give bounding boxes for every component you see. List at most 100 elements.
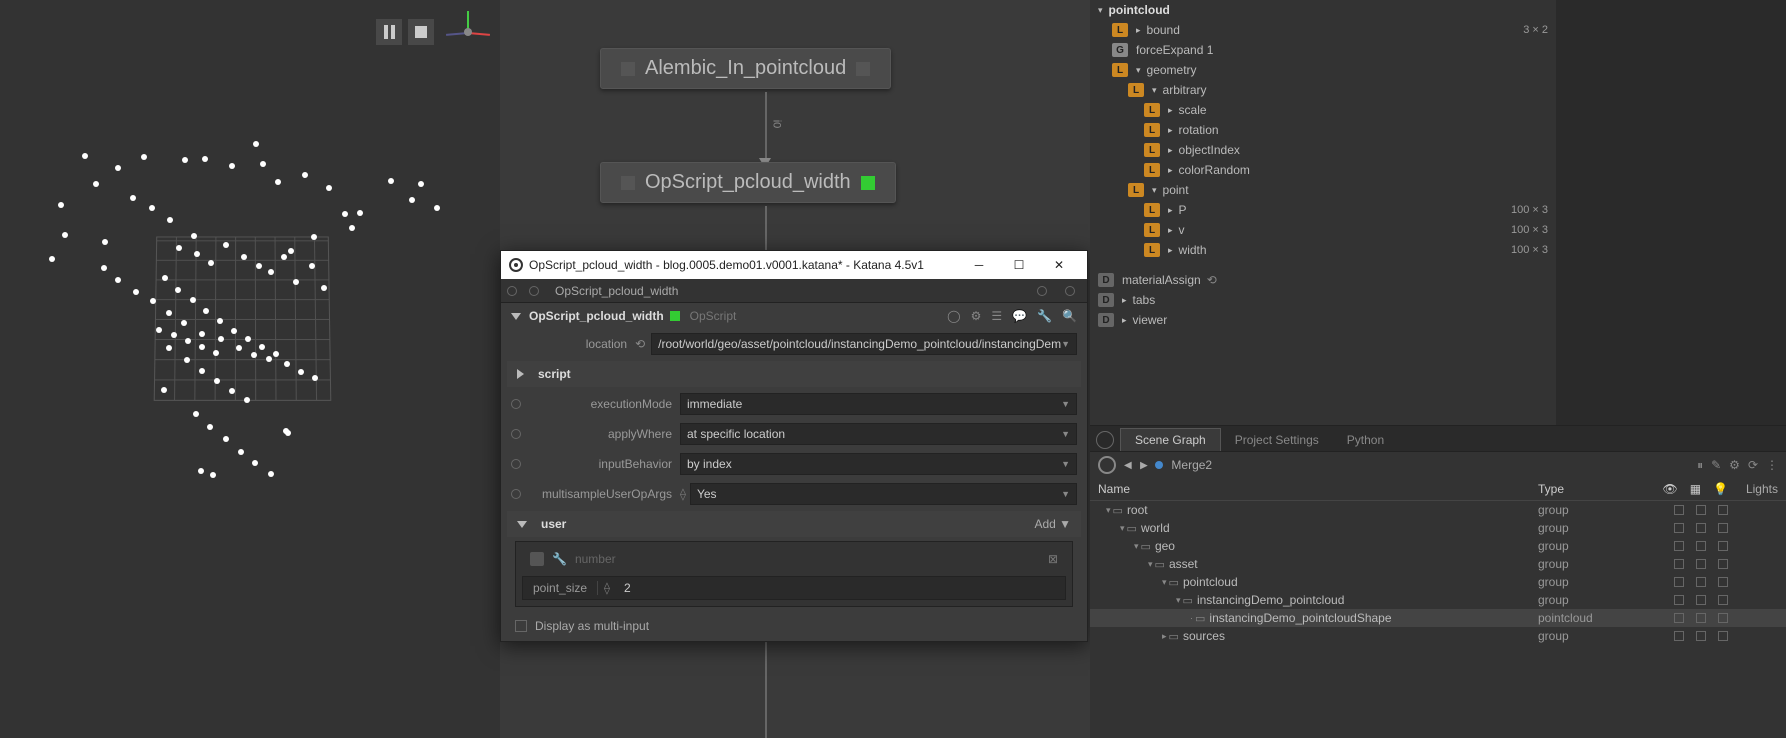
eye-icon[interactable]: 👁: [1662, 482, 1677, 496]
script-section[interactable]: script: [507, 361, 1081, 387]
apply-where-field[interactable]: at specific location▼: [680, 423, 1077, 445]
attr-row[interactable]: L▾point: [1090, 180, 1556, 200]
tab-scene-graph[interactable]: Scene Graph: [1120, 428, 1221, 451]
maximize-button[interactable]: ☐: [999, 251, 1039, 279]
attr-row[interactable]: L▸P100 × 3: [1090, 200, 1556, 220]
lock-icon[interactable]: [530, 552, 544, 566]
light-icon[interactable]: 💡: [1713, 482, 1728, 496]
point: [115, 165, 121, 171]
point: [62, 232, 68, 238]
tab-menu-icon[interactable]: [1096, 431, 1114, 449]
execution-mode-field[interactable]: immediate▼: [680, 393, 1077, 415]
location-field[interactable]: /root/world/geo/asset/pointcloud/instanc…: [651, 333, 1077, 355]
node-disable-toggle[interactable]: [621, 176, 635, 190]
sg-row[interactable]: ▾▭geogroup: [1090, 537, 1786, 555]
node-disable-toggle[interactable]: [621, 62, 635, 76]
attr-row[interactable]: L▸scale: [1090, 100, 1556, 120]
target-icon[interactable]: [1098, 456, 1116, 474]
history-back-icon[interactable]: ◀: [1124, 460, 1132, 471]
attr-row[interactable]: L▸colorRandom: [1090, 160, 1556, 180]
point: [162, 275, 168, 281]
sg-row[interactable]: ▾▭rootgroup: [1090, 501, 1786, 519]
attr-root[interactable]: ▾pointcloud: [1090, 0, 1556, 20]
input-behavior-field[interactable]: by index▼: [680, 453, 1077, 475]
help-icon[interactable]: ◯: [947, 309, 960, 323]
tab-opt-icon[interactable]: [1037, 286, 1047, 296]
window-title: OpScript_pcloud_width - blog.0005.demo01…: [529, 258, 924, 272]
tab-menu-icon[interactable]: [529, 286, 539, 296]
sg-row[interactable]: ·▭instancingDemo_pointcloudShapepointclo…: [1090, 609, 1786, 627]
pencil-icon[interactable]: ✎: [1711, 458, 1721, 473]
tab-opt-icon[interactable]: [1065, 286, 1075, 296]
scope-icon[interactable]: ⟲: [635, 337, 645, 351]
sg-row[interactable]: ▾▭instancingDemo_pointcloudgroup: [1090, 591, 1786, 609]
add-param-button[interactable]: Add ▼: [1034, 517, 1071, 531]
multi-input-checkbox[interactable]: [515, 620, 527, 632]
multisample-field[interactable]: Yes▼: [690, 483, 1077, 505]
gear-icon[interactable]: ⚙: [971, 309, 982, 323]
param-label: multisampleUserOpArgs: [525, 487, 680, 501]
point: [238, 449, 244, 455]
stop-button[interactable]: [408, 19, 434, 45]
point-size-field[interactable]: point_size ⟠ 2: [522, 576, 1066, 600]
sg-row[interactable]: ▾▭assetgroup: [1090, 555, 1786, 573]
node-alembic-in[interactable]: Alembic_In_pointcloud: [600, 48, 891, 89]
view-gizmo[interactable]: [448, 12, 488, 52]
point: [217, 318, 223, 324]
history-fwd-icon[interactable]: ◀: [1140, 460, 1148, 471]
wrench-icon[interactable]: 🔧: [1037, 309, 1052, 323]
point: [199, 331, 205, 337]
attr-row[interactable]: L▸v100 × 3: [1090, 220, 1556, 240]
tab[interactable]: OpScript_pcloud_width: [545, 284, 688, 298]
window-titlebar[interactable]: OpScript_pcloud_width - blog.0005.demo01…: [501, 251, 1087, 279]
attr-row[interactable]: D▸viewer: [1090, 310, 1556, 330]
point: [58, 202, 64, 208]
point: [293, 279, 299, 285]
point: [176, 245, 182, 251]
link-icon[interactable]: ⟠: [598, 581, 616, 595]
attr-row[interactable]: L▾arbitrary: [1090, 80, 1556, 100]
attr-row[interactable]: L▸width100 × 3: [1090, 240, 1556, 260]
point: [210, 472, 216, 478]
refresh-icon[interactable]: ⟳: [1748, 458, 1758, 473]
minimize-button[interactable]: ─: [959, 251, 999, 279]
point: [133, 289, 139, 295]
gear-icon[interactable]: ⚙: [1729, 458, 1740, 473]
tab-menu-icon[interactable]: [507, 286, 517, 296]
attr-row[interactable]: L▸rotation: [1090, 120, 1556, 140]
sg-row[interactable]: ▸▭sourcesgroup: [1090, 627, 1786, 645]
attr-row[interactable]: DmaterialAssign⟲: [1090, 270, 1556, 290]
search-icon[interactable]: 🔍: [1062, 309, 1077, 323]
delete-icon[interactable]: ⊠: [1048, 552, 1058, 566]
pause-button[interactable]: [376, 19, 402, 45]
node-opscript-width[interactable]: OpScript_pcloud_width: [600, 162, 896, 203]
current-node[interactable]: Merge2: [1171, 458, 1212, 472]
attr-row[interactable]: L▸bound3 × 2: [1090, 20, 1556, 40]
point: [231, 328, 237, 334]
close-button[interactable]: ✕: [1039, 251, 1079, 279]
node-view-toggle-active[interactable]: [861, 176, 875, 190]
user-section[interactable]: user Add ▼: [507, 511, 1081, 537]
point: [171, 332, 177, 338]
tab-project-settings[interactable]: Project Settings: [1221, 429, 1333, 451]
sg-row[interactable]: ▾▭worldgroup: [1090, 519, 1786, 537]
attr-row[interactable]: GforceExpand 1: [1090, 40, 1556, 60]
tab-python[interactable]: Python: [1333, 429, 1398, 451]
attr-row[interactable]: L▾geometry: [1090, 60, 1556, 80]
chevron-down-icon: [517, 521, 527, 528]
attr-row[interactable]: D▸tabs: [1090, 290, 1556, 310]
point: [166, 310, 172, 316]
list-icon[interactable]: ☰: [991, 309, 1002, 323]
node-view-toggle[interactable]: [856, 62, 870, 76]
pause-icon[interactable]: ⏸: [1697, 458, 1703, 473]
link-icon[interactable]: ⟠: [680, 487, 686, 501]
sg-header: Name Type 👁 ▦ 💡 Lights: [1090, 478, 1786, 501]
attr-row[interactable]: L▸objectIndex: [1090, 140, 1556, 160]
expand-icon[interactable]: [511, 313, 521, 320]
more-icon[interactable]: ⋮: [1766, 458, 1778, 473]
sg-row[interactable]: ▾▭pointcloudgroup: [1090, 573, 1786, 591]
render-icon[interactable]: ▦: [1690, 482, 1701, 496]
point: [150, 298, 156, 304]
wrench-icon[interactable]: 🔧: [552, 552, 567, 566]
chat-icon[interactable]: 💬: [1012, 309, 1027, 323]
